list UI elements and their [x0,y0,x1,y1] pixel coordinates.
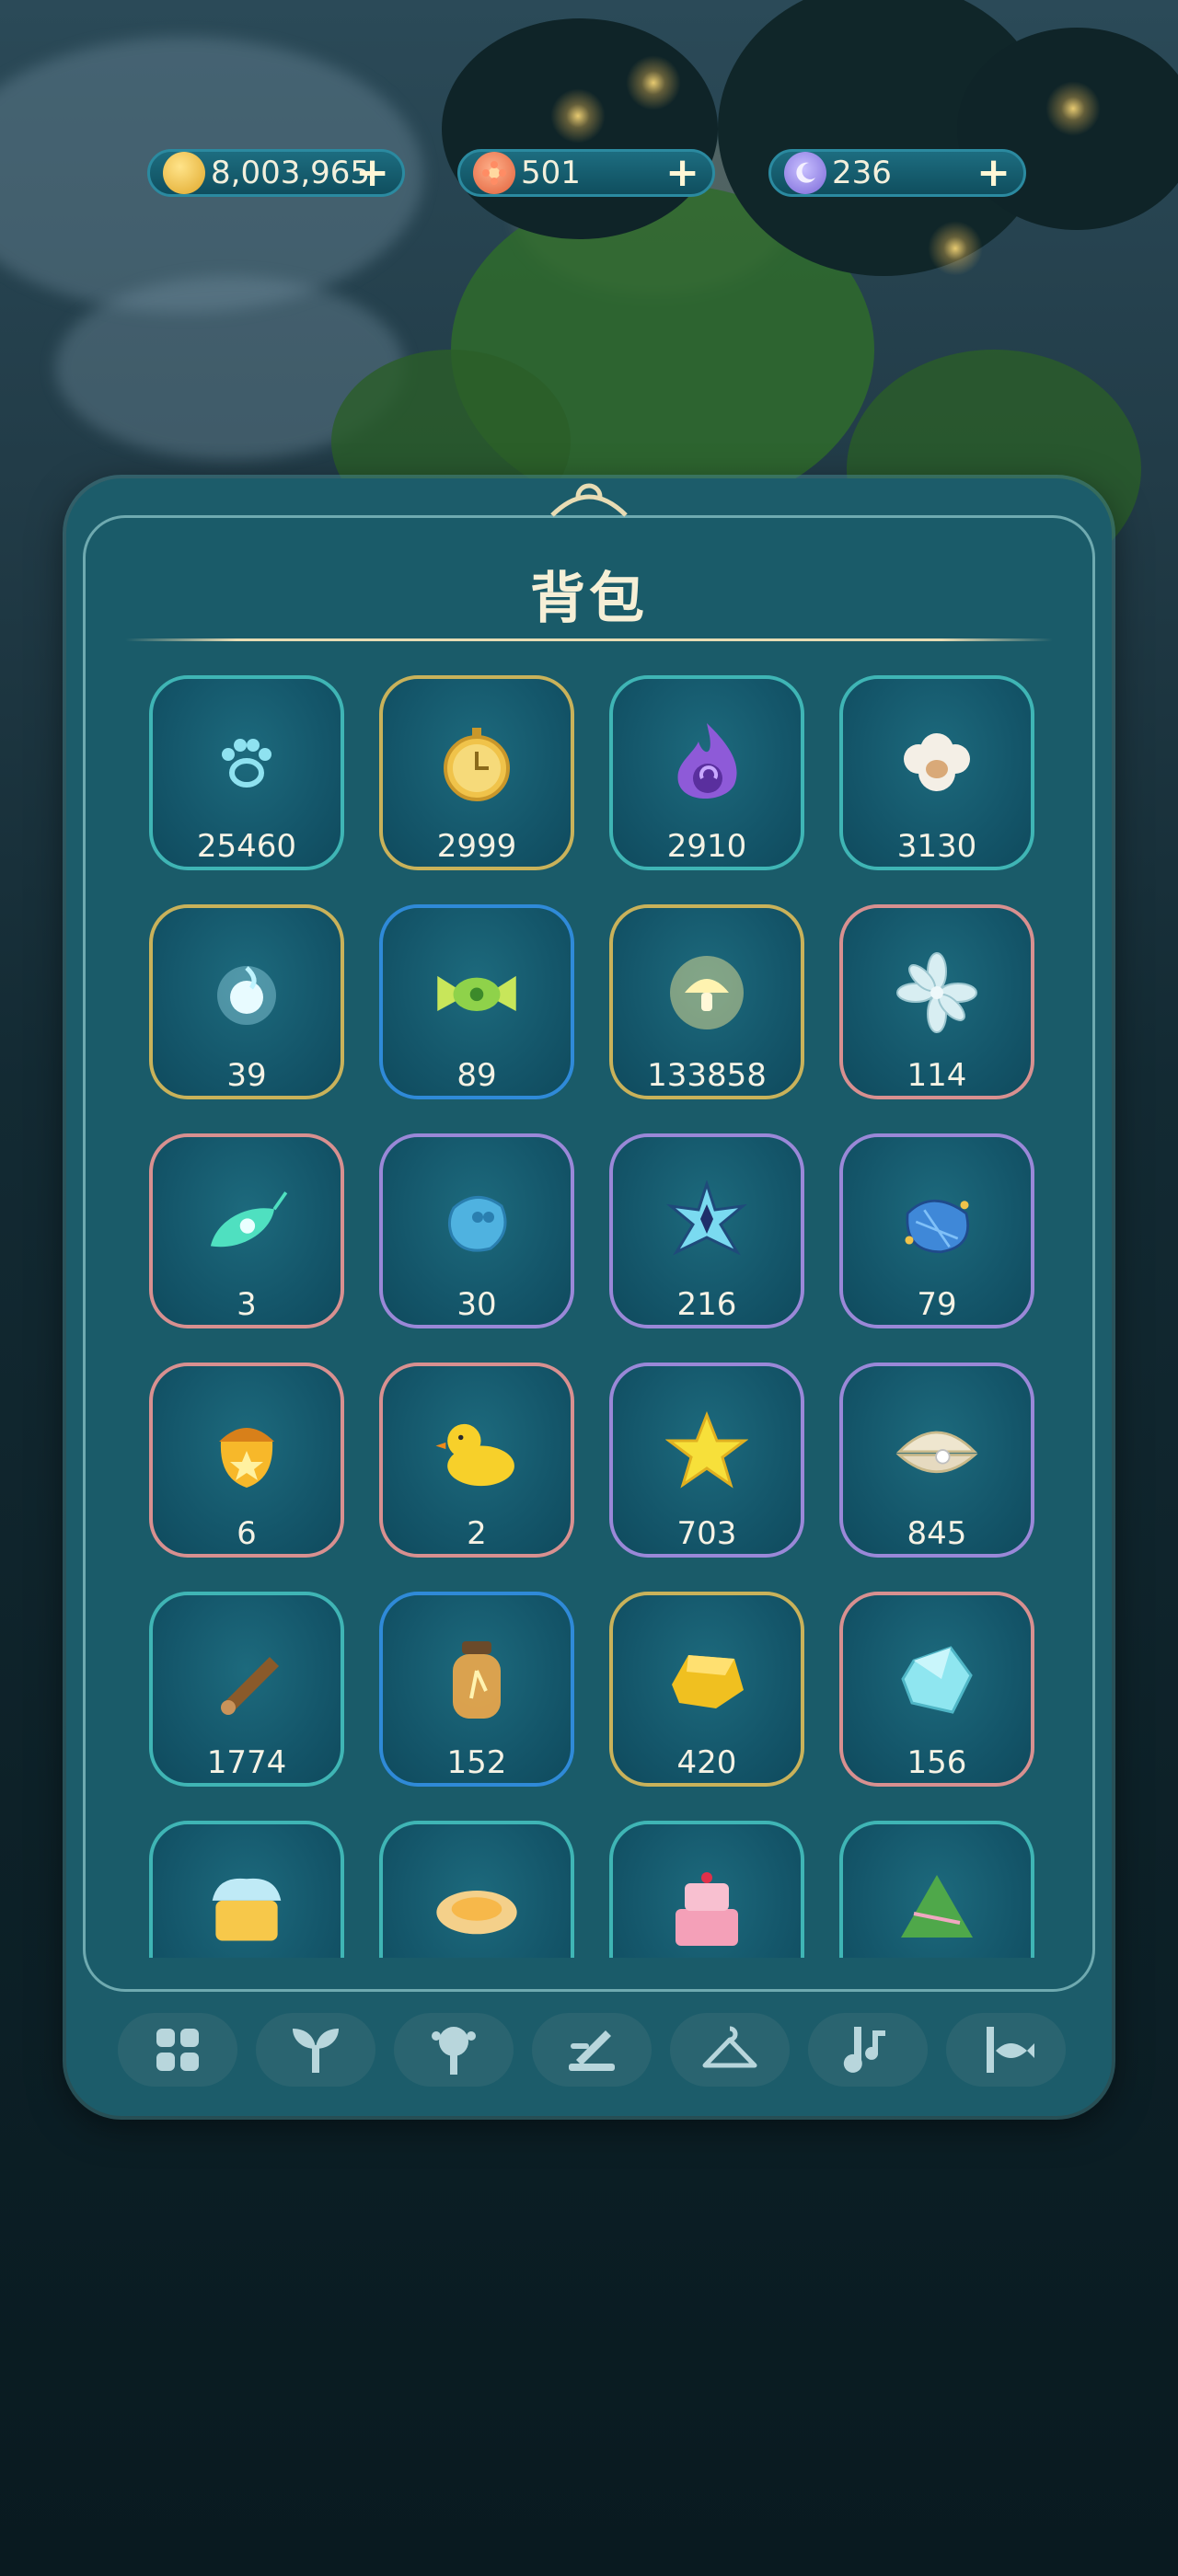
item-count: 30 [456,1286,497,1323]
crest-ornament-icon [550,483,628,517]
add-moon-token-button[interactable]: + [976,153,1011,193]
item-slot[interactable] [149,1821,344,1958]
item-count: 25460 [196,828,297,865]
purple-flame-icon [661,718,753,810]
item-count: 152 [446,1744,507,1781]
item-grid: 25460 2999 2910 3130 39 89 133858 114 3 … [138,670,1040,1958]
flower-token-counter[interactable]: 501 + [457,149,715,197]
cupcake-icon [201,1863,293,1955]
item-count: 114 [907,1057,967,1094]
item-slot[interactable]: 156 [839,1592,1034,1787]
tab-all[interactable] [118,2013,237,2087]
jar-icon [431,1634,523,1726]
item-count: 156 [907,1744,967,1781]
item-count: 845 [907,1515,967,1552]
white-flower-icon [891,947,983,1039]
star-crystal-icon [661,1176,753,1268]
gold-coin-icon [163,152,205,194]
item-count: 79 [917,1286,957,1323]
item-slot[interactable]: 133858 [609,904,804,1099]
tab-tools[interactable] [532,2013,652,2087]
item-slot[interactable]: 1774 [149,1592,344,1787]
blue-bag-icon [891,1176,983,1268]
green-candy-icon [431,947,523,1039]
item-slot[interactable]: 216 [609,1133,804,1328]
item-count: 420 [676,1744,737,1781]
item-count: 39 [226,1057,267,1094]
pocket-watch-icon [431,718,523,810]
item-count: 3 [237,1286,257,1323]
yellow-star-icon [661,1405,753,1497]
item-count: 703 [676,1515,737,1552]
item-count: 1774 [206,1744,287,1781]
feather-icon [201,1176,293,1268]
lamp-icon [432,2027,476,2075]
flower-token-icon [473,152,515,194]
flower-token-value: 501 [521,155,581,191]
coin-value: 8,003,965 [211,155,371,191]
item-slot[interactable]: 25460 [149,675,344,870]
item-count: 89 [456,1057,497,1094]
item-slot[interactable]: 6 [149,1363,344,1558]
tools-icon [569,2030,615,2071]
item-slot[interactable] [379,1821,574,1958]
add-coin-button[interactable]: + [355,153,389,193]
item-slot[interactable]: 703 [609,1363,804,1558]
moon-token-counter[interactable]: 236 + [768,149,1026,197]
glowing-orb-icon [201,947,293,1039]
moon-token-icon [784,152,826,194]
item-slot[interactable]: 89 [379,904,574,1099]
item-slot[interactable] [609,1821,804,1958]
paw-print-icon [201,718,293,810]
item-slot[interactable]: 30 [379,1133,574,1328]
item-slot[interactable]: 2 [379,1363,574,1558]
item-slot[interactable]: 2910 [609,675,804,870]
item-slot[interactable]: 39 [149,904,344,1099]
rubber-duck-icon [431,1405,523,1497]
music-icon [843,2027,885,2073]
gold-nugget-icon [661,1634,753,1726]
golden-mushroom-icon [661,947,753,1039]
title-divider [125,638,1053,641]
pearl-shell-icon [891,1405,983,1497]
item-slot[interactable]: 3130 [839,675,1034,870]
item-slot[interactable]: 3 [149,1133,344,1328]
item-count: 2910 [666,828,747,865]
tab-fishing[interactable] [946,2013,1066,2087]
hanger-icon [702,2026,757,2068]
item-count: 2 [467,1515,487,1552]
tab-plants[interactable] [256,2013,375,2087]
item-count: 216 [676,1286,737,1323]
coin-counter[interactable]: 8,003,965 + [147,149,405,197]
wool-sheep-icon [891,718,983,810]
item-count: 6 [237,1515,257,1552]
grid-icon [156,2029,199,2071]
item-count: 133858 [647,1057,767,1094]
item-slot[interactable]: 2999 [379,675,574,870]
sprout-icon [293,2029,339,2073]
tab-music[interactable] [808,2013,928,2087]
tab-lamps[interactable] [394,2013,514,2087]
item-count: 3130 [896,828,977,865]
golden-acorn-icon [201,1405,293,1497]
item-slot[interactable]: 114 [839,904,1034,1099]
water-drop-icon [431,1176,523,1268]
item-slot[interactable]: 152 [379,1592,574,1787]
fish-icon [987,2027,1034,2073]
item-count: 2999 [436,828,517,865]
diamond-icon [891,1634,983,1726]
item-slot[interactable]: 845 [839,1363,1034,1558]
wood-log-icon [201,1634,293,1726]
moon-token-value: 236 [832,155,892,191]
item-slot[interactable] [839,1821,1034,1958]
add-flower-token-button[interactable]: + [665,153,699,193]
layer-cake-icon [661,1863,753,1955]
item-slot[interactable]: 420 [609,1592,804,1787]
page-title: 背包 [530,567,648,631]
egg-tart-icon [431,1863,523,1955]
tab-clothing[interactable] [670,2013,790,2087]
item-slot[interactable]: 79 [839,1133,1034,1328]
rice-dumpling-icon [891,1863,983,1955]
